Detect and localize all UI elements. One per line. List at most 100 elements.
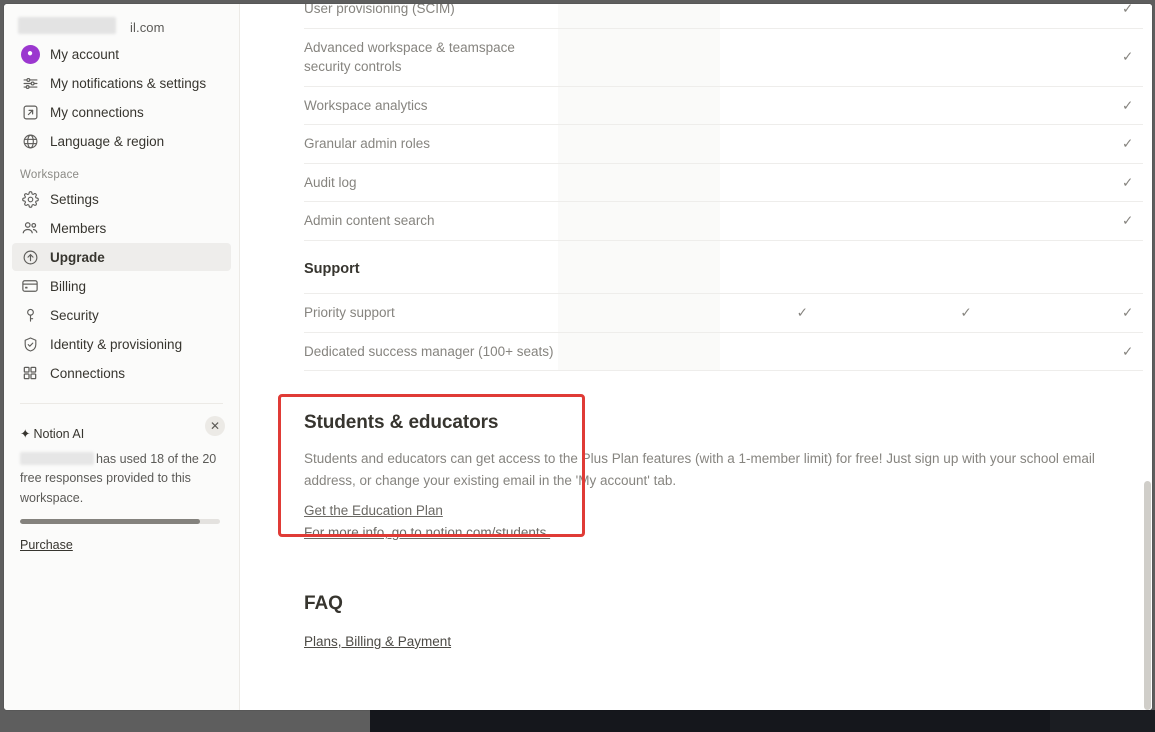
upgrade-page-content: User provisioning (SCIM) ✓ Advanced worksp… [240,4,1152,651]
feature-cell-empty [884,201,1048,241]
external-link-icon [20,102,40,122]
sidebar-item-label: My notifications & settings [50,75,207,91]
feature-included-check: ✓ [1047,28,1152,87]
sidebar-item-billing[interactable]: Billing [12,272,231,300]
sidebar-item-label: Language & region [50,133,165,149]
feature-included-check: ✓ [1047,86,1152,126]
table-row: Audit log ✓ [304,163,1152,203]
sidebar-item-label: Billing [50,278,87,294]
taskbar-dark-strip-right [1050,710,1155,732]
faq-link-plans-billing-payment[interactable]: Plans, Billing & Payment [304,634,451,649]
grid-icon [20,363,40,383]
feature-label: Support [304,240,559,294]
feature-label: Priority support [304,293,559,333]
feature-cell-empty [884,28,1048,87]
notion-ai-progress-fill [20,519,200,525]
feature-cell-empty [558,201,720,241]
notion-ai-title: Notion AI [33,426,85,441]
sidebar-item-my-account[interactable]: ● My account [12,40,231,68]
feature-cell-empty [558,240,720,294]
app-window: il.com ● My account My notifications & s… [4,4,1152,710]
avatar-icon: ● [20,44,40,64]
feature-cell-empty [1047,240,1152,294]
account-email-row: il.com [4,16,239,38]
notion-ai-usage-text: has used 18 of the 20 free responses pro… [20,450,219,508]
key-icon [20,305,40,325]
vertical-scrollbar-track[interactable] [1143,4,1152,710]
sidebar-item-identity-provisioning[interactable]: Identity & provisioning [12,330,231,358]
sidebar-item-label: Upgrade [50,249,105,265]
screen: il.com ● My account My notifications & s… [0,0,1155,732]
feature-label: Granular admin roles [304,124,559,164]
feature-cell-empty [884,4,1048,29]
notion-ai-progress-bar [20,519,220,525]
feature-cell-empty [558,124,720,164]
feature-label: Dedicated success manager (100+ seats) [304,332,559,372]
feature-cell-empty [719,163,885,203]
people-icon [20,218,40,238]
feature-included-check: ✓ [1047,163,1152,203]
close-icon[interactable]: ✕ [205,416,225,436]
sidebar-section-workspace: Workspace [20,169,80,181]
sidebar-item-upgrade[interactable]: Upgrade [12,243,231,271]
notion-students-info-link[interactable]: For more info, go to notion.com/students… [304,522,550,544]
table-row: Priority support ✓ ✓ ✓ [304,293,1152,333]
redacted-user-name [20,452,94,465]
feature-cell-empty [884,332,1048,372]
feature-cell-empty [719,28,885,87]
feature-cell-empty [558,332,720,372]
sidebar-item-my-connections[interactable]: My connections [12,98,231,126]
get-education-plan-link[interactable]: Get the Education Plan [304,500,443,522]
feature-cell-empty [558,4,720,29]
feature-cell-empty [719,201,885,241]
table-row: Granular admin roles ✓ [304,124,1152,164]
credit-card-icon [20,276,40,296]
purchase-link[interactable]: Purchase [20,538,73,552]
sidebar-item-members[interactable]: Members [12,214,231,242]
sidebar-item-label: My connections [50,104,144,120]
feature-cell-empty [884,163,1048,203]
table-row: Workspace analytics ✓ [304,86,1152,126]
sidebar-item-label: My account [50,46,120,62]
settings-main-panel: User provisioning (SCIM) ✓ Advanced worksp… [240,4,1152,710]
feature-label: Admin content search [304,201,559,241]
sidebar-item-connections[interactable]: Connections [12,359,231,387]
sidebar-item-label: Security [50,307,99,323]
students-section-body: Students and educators can get access to… [304,451,1095,488]
arrow-up-circle-icon [20,247,40,267]
plan-comparison-table: User provisioning (SCIM) ✓ Advanced worksp… [304,4,1152,372]
faq-section: FAQ Plans, Billing & Payment [304,593,1140,651]
feature-label: Workspace analytics [304,86,559,126]
students-section-title: Students & educators [304,412,499,434]
sidebar-item-language-region[interactable]: Language & region [12,127,231,155]
feature-cell-empty [884,86,1048,126]
faq-title: FAQ [304,592,343,614]
feature-included-check: ✓ [719,293,885,333]
notion-ai-title-row: ✦ Notion AI [20,426,219,442]
table-row: Advanced workspace & teamspace security … [304,28,1152,87]
feature-included-check: ✓ [884,293,1048,333]
settings-sidebar: il.com ● My account My notifications & s… [4,4,240,710]
feature-cell-empty [558,163,720,203]
vertical-scrollbar-thumb[interactable] [1144,481,1151,710]
feature-cell-empty [884,124,1048,164]
feature-label: Audit log [304,163,559,203]
feature-label: Advanced workspace & teamspace security … [304,28,559,87]
feature-cell-empty [884,240,1048,294]
table-row: User provisioning (SCIM) ✓ [304,4,1152,29]
sidebar-item-settings[interactable]: Settings [12,185,231,213]
feature-included-check: ✓ [1047,4,1152,29]
table-row: Admin content search ✓ [304,201,1152,241]
students-educators-section: Students & educators Students and educat… [278,394,1144,544]
sidebar-item-label: Members [50,220,107,236]
table-row: Dedicated success manager (100+ seats) ✓ [304,332,1152,372]
redacted-email-block [18,17,116,34]
shield-check-icon [20,334,40,354]
sidebar-item-security[interactable]: Security [12,301,231,329]
feature-cell-empty [558,86,720,126]
account-email-suffix: il.com [130,19,165,35]
sidebar-item-my-notifications-settings[interactable]: My notifications & settings [12,69,231,97]
sliders-icon [20,73,40,93]
feature-included-check: ✓ [1047,332,1152,372]
taskbar-dark-strip [370,710,1050,732]
